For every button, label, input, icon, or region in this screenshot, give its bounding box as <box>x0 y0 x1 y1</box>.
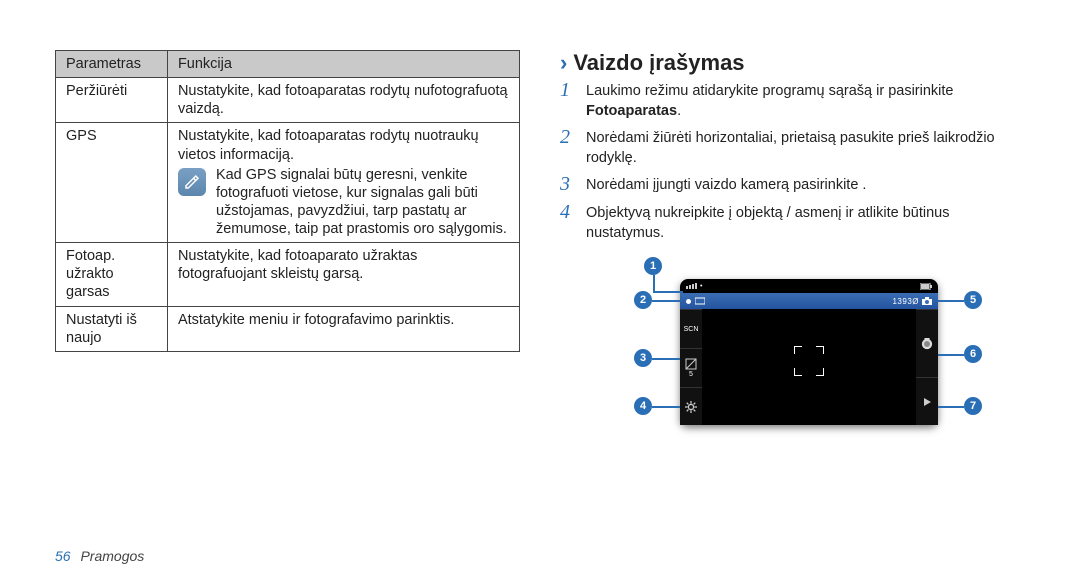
time-counter: 1393Ø <box>892 297 919 306</box>
right-toolbar <box>916 309 938 425</box>
settings-item <box>680 387 702 426</box>
focus-brackets <box>794 346 824 376</box>
status-dot: • <box>700 283 702 290</box>
table-row: GPS Nustatykite, kad fotoaparatas rodytų… <box>56 123 520 243</box>
ev-value: 5 <box>689 371 693 378</box>
signal-icon <box>686 283 697 289</box>
param-gps: GPS <box>56 123 168 243</box>
callout-3: 3 <box>634 349 652 367</box>
camera-diagram: • 1393Ø <box>594 257 1024 437</box>
step-4-text: Objektyvą nukreipkite į objektą / asmenį… <box>586 204 1025 243</box>
callout-1: 1 <box>644 257 662 275</box>
footer-label: Pramogos <box>80 548 144 564</box>
step-3: Norėdami įjungti vaizdo kamerą pasirinki… <box>560 176 1025 196</box>
gear-icon <box>685 401 697 413</box>
func-shutter: Nustatykite, kad fotoaparato užraktas fo… <box>167 243 519 306</box>
section-heading: › Vaizdo įrašymas <box>560 50 1025 76</box>
status-bar: • <box>680 279 938 293</box>
left-toolbar: SCN 5 <box>680 309 702 425</box>
callout-5: 5 <box>964 291 982 309</box>
scn-label: SCN <box>684 326 699 333</box>
scn-item: SCN <box>680 309 702 348</box>
note-icon <box>178 168 206 196</box>
callout-2: 2 <box>634 291 652 309</box>
callout-7: 7 <box>964 397 982 415</box>
step-1-bold: Fotoaparatas <box>586 103 677 119</box>
step-2-text: Norėdami žiūrėti horizontaliai, prietais… <box>586 129 1025 168</box>
shutter-icon <box>921 338 933 350</box>
shutter-item <box>916 309 938 377</box>
mode-icon <box>695 297 705 305</box>
func-gps: Nustatykite, kad fotoaparatas rodytų nuo… <box>167 123 519 243</box>
parameters-table: Parametras Funkcija Peržiūrėti Nustatyki… <box>55 50 520 352</box>
gps-line1: Nustatykite, kad fotoaparatas rodytų nuo… <box>178 127 509 163</box>
play-item <box>916 377 938 426</box>
th-func: Funkcija <box>167 51 519 78</box>
ev-item: 5 <box>680 348 702 387</box>
top-bar: 1393Ø <box>680 293 938 309</box>
page-footer: 56 Pramogos <box>55 548 144 564</box>
step-2: Norėdami žiūrėti horizontaliai, prietais… <box>560 129 1025 168</box>
section-title: Vaizdo įrašymas <box>573 50 744 76</box>
exposure-icon <box>685 358 697 370</box>
table-row: Nustatyti iš naujo Atstatykite meniu ir … <box>56 306 520 351</box>
func-reset: Atstatykite meniu ir fotografavimo parin… <box>167 306 519 351</box>
step-1-text-c: . <box>677 103 681 119</box>
page-number: 56 <box>55 548 71 564</box>
table-row: Fotoap. užrakto garsas Nustatykite, kad … <box>56 243 520 306</box>
chevron-right-icon: › <box>560 50 567 76</box>
callout-4: 4 <box>634 397 652 415</box>
step-3-text: Norėdami įjungti vaizdo kamerą pasirinki… <box>586 176 866 196</box>
param-shutter: Fotoap. užrakto garsas <box>56 243 168 306</box>
battery-icon <box>920 283 932 290</box>
record-icon <box>686 299 691 304</box>
step-1-text-a: Laukimo režimu atidarykite programų sąra… <box>586 83 953 99</box>
steps-list: Laukimo režimu atidarykite programų sąra… <box>560 82 1025 243</box>
func-review: Nustatykite, kad fotoaparatas rodytų nuf… <box>167 78 519 123</box>
th-param: Parametras <box>56 51 168 78</box>
play-icon <box>921 396 933 408</box>
camera-screen: • 1393Ø <box>680 279 938 425</box>
param-reset: Nustatyti iš naujo <box>56 306 168 351</box>
gps-note: Kad GPS signalai būtų geresni, venkite f… <box>216 166 509 239</box>
callout-6: 6 <box>964 345 982 363</box>
param-review: Peržiūrėti <box>56 78 168 123</box>
table-row: Peržiūrėti Nustatykite, kad fotoaparatas… <box>56 78 520 123</box>
step-1: Laukimo režimu atidarykite programų sąra… <box>560 82 1025 121</box>
step-4: Objektyvą nukreipkite į objektą / asmenį… <box>560 204 1025 243</box>
camera-icon <box>922 296 932 306</box>
